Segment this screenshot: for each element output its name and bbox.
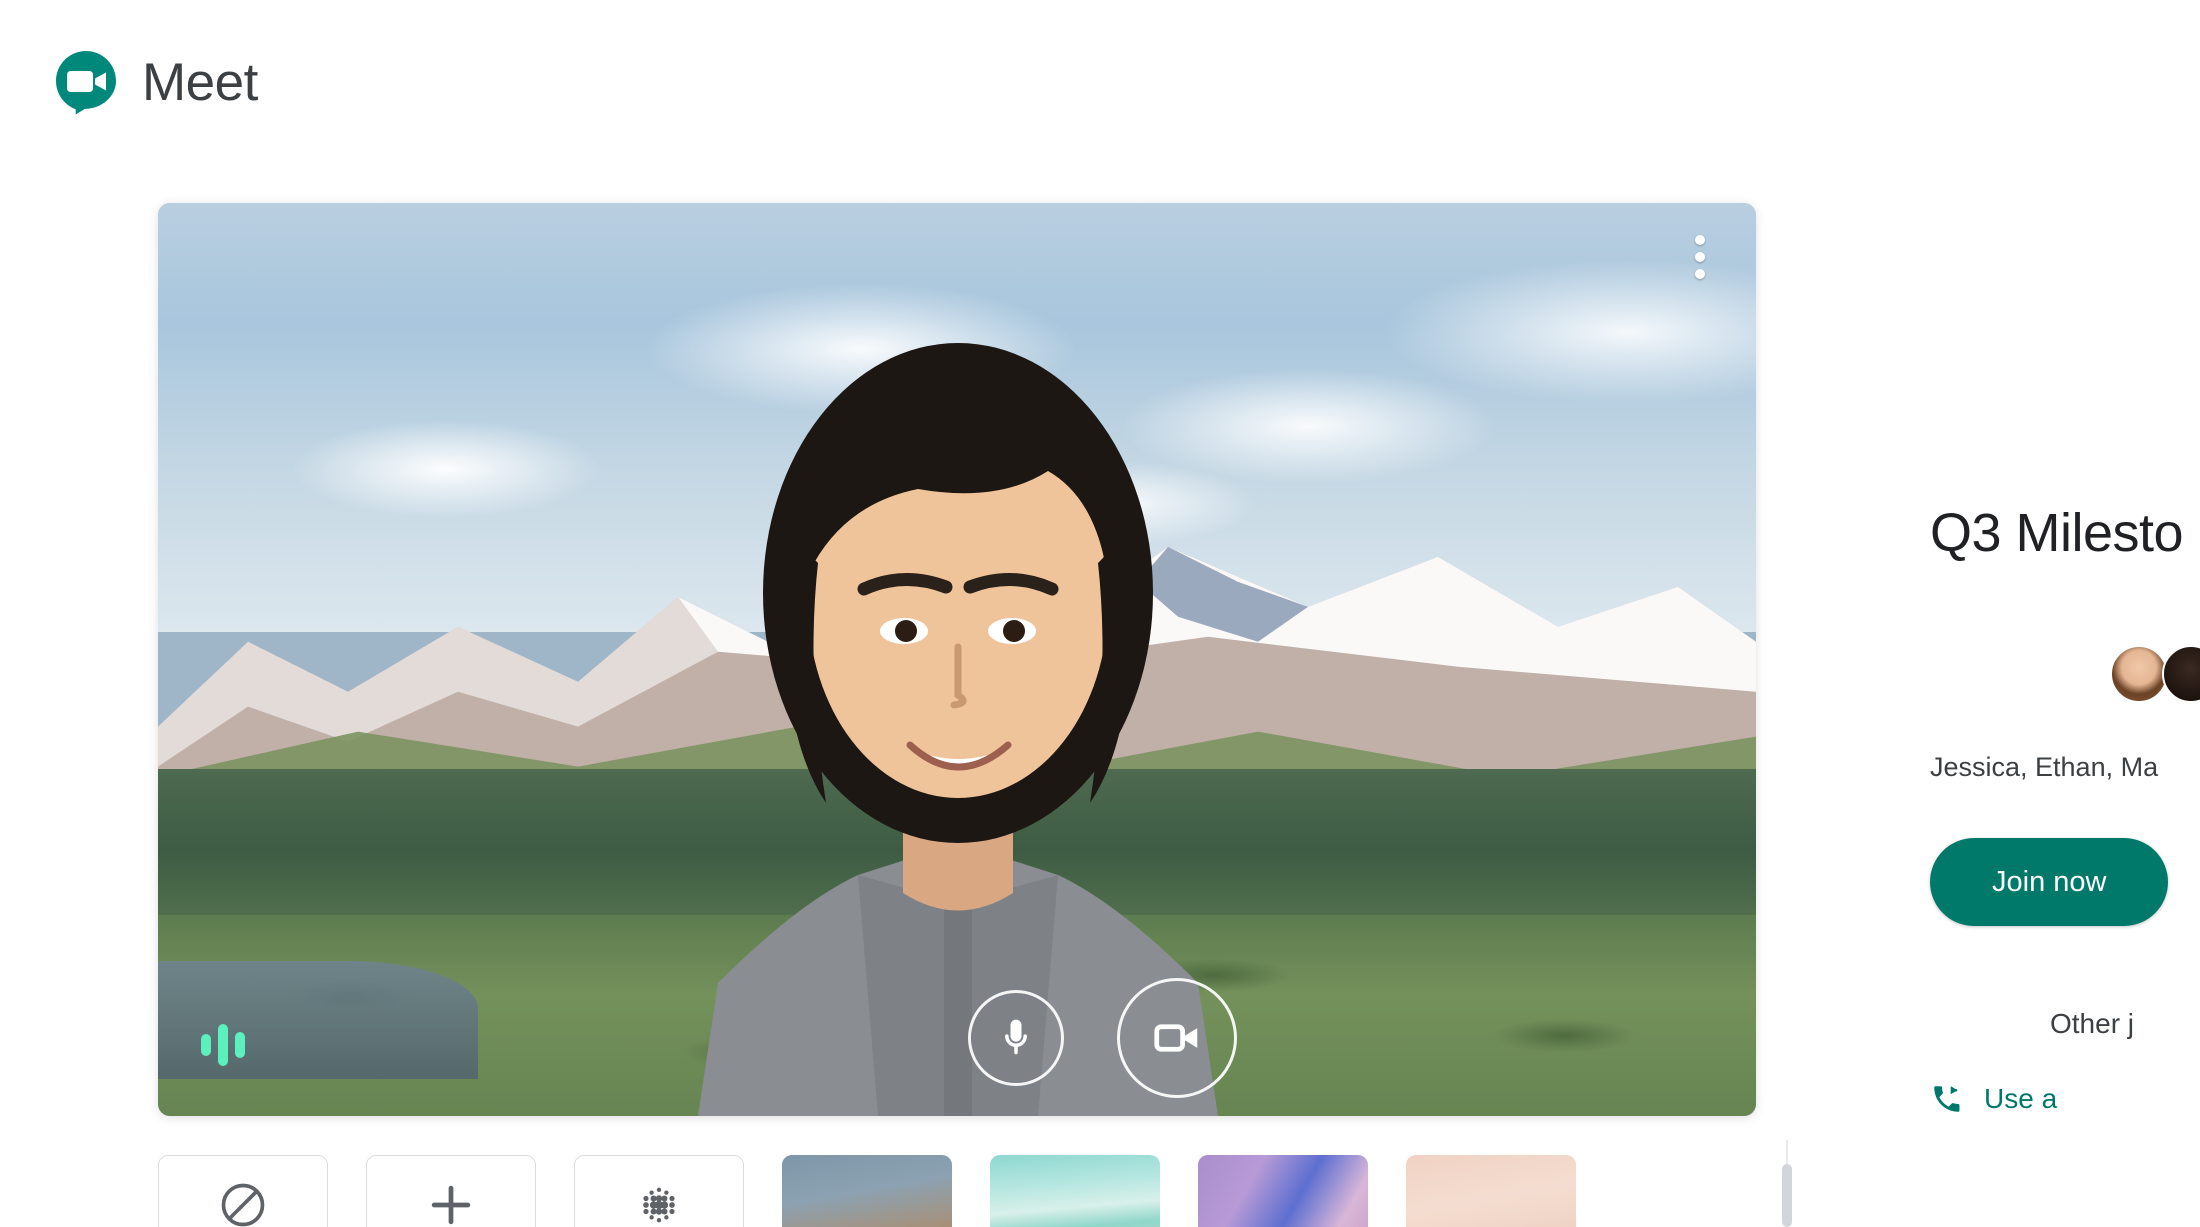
microphone-toggle-button[interactable] [968,990,1064,1086]
blur-background-tile[interactable] [574,1155,744,1227]
background-thumbnail-purple-mountains[interactable] [1198,1155,1368,1227]
microphone-icon [1005,1019,1027,1055]
camera-toggle-button[interactable] [1117,978,1237,1098]
app-brand: Meet [52,48,258,116]
plus-icon [431,1185,471,1225]
participant-names: Jessica, Ethan, Ma [1930,752,2159,782]
dots-blur-icon [643,1187,675,1223]
self-view-video[interactable] [158,203,1756,1116]
app-name: Meet [142,52,258,112]
background-thumbnail-blue-gray[interactable] [782,1155,952,1227]
video-preview-card [158,203,1756,1116]
circle-slash-icon [221,1183,265,1227]
kebab-dot [1695,235,1705,245]
avatar [2110,645,2168,703]
use-phone-for-audio-link[interactable]: Use a [1930,1082,2057,1116]
kebab-dot [1695,269,1705,279]
background-thumbnail-pink-confetti[interactable] [1406,1155,1576,1227]
preview-controls [158,966,1756,1098]
phone-forwarded-icon [1934,1086,1960,1112]
kebab-dot [1695,252,1705,262]
background-thumbnail-beach[interactable] [990,1155,1160,1227]
use-phone-label: Use a [1984,1083,2058,1114]
meeting-title: Q3 Milesto [1930,503,2184,563]
background-effects-strip [158,1155,1756,1227]
video-camera-icon [1154,1024,1198,1052]
meet-video-bubble-icon [52,48,120,116]
participant-avatars [2110,645,2200,703]
add-background-tile[interactable] [366,1155,536,1227]
join-now-button[interactable]: Join now [1930,838,2169,926]
more-options-vertical-icon[interactable] [1680,227,1720,287]
meet-prejoin-screen: Meet Q3 Milesto Jessica, Ethan, Ma Join … [0,0,2200,1227]
avatar [2162,645,2200,703]
other-join-options-label: Other j [2050,1008,2135,1039]
effects-scrollbar[interactable] [1782,1140,1792,1227]
no-effect-tile[interactable] [158,1155,328,1227]
scrollbar-thumb[interactable] [1782,1164,1792,1227]
